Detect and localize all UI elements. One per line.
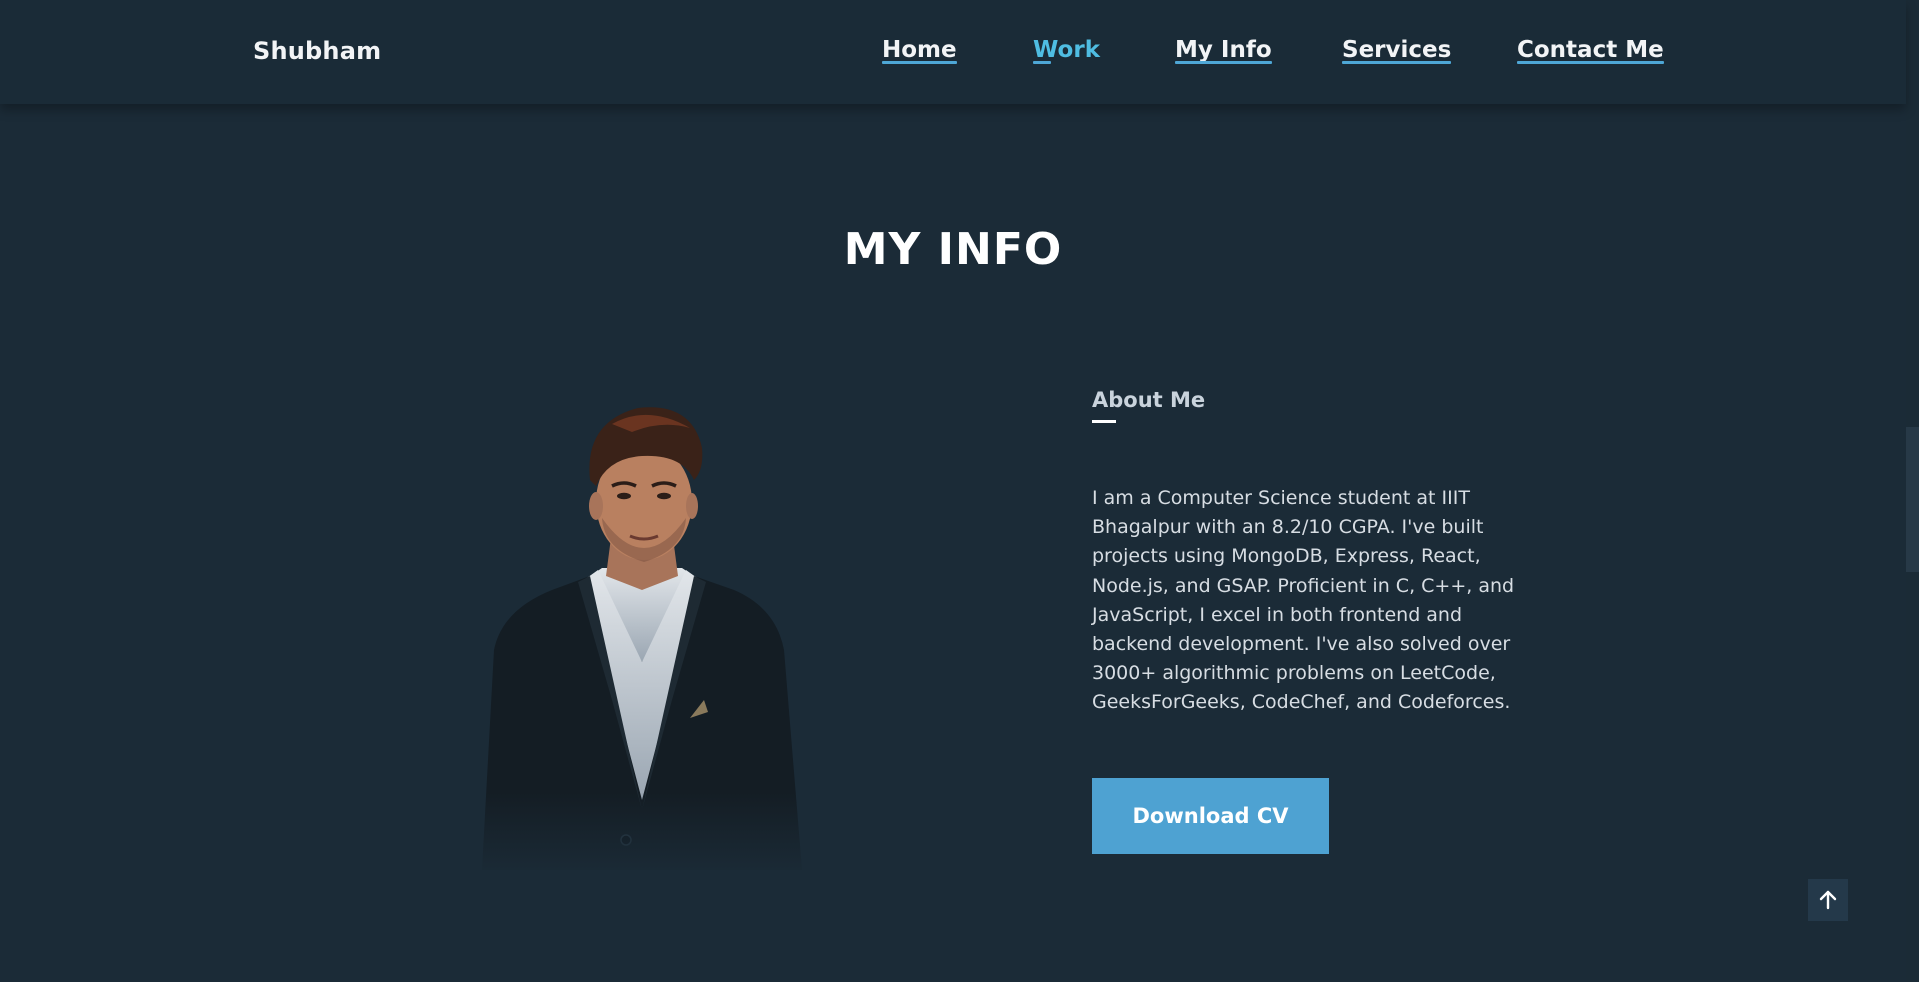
page: Shubham Home Work My Info Services Conta… xyxy=(0,0,1919,982)
about-heading: About Me xyxy=(1092,388,1206,412)
nav-work[interactable]: Work xyxy=(1033,37,1100,64)
nav-my-info-underline xyxy=(1175,61,1272,64)
page-scrollbar[interactable] xyxy=(1906,0,1919,982)
scroll-to-top-button[interactable] xyxy=(1808,879,1848,921)
profile-portrait xyxy=(472,400,812,878)
nav-home-label: Home xyxy=(882,37,957,63)
section-title: MY INFO xyxy=(843,224,1063,275)
nav-work-underline xyxy=(1033,61,1051,64)
site-header: Shubham Home Work My Info Services Conta… xyxy=(0,0,1906,104)
nav-my-info[interactable]: My Info xyxy=(1175,37,1272,64)
page-scrollbar-thumb[interactable] xyxy=(1906,427,1919,572)
nav-services-underline xyxy=(1342,61,1452,64)
nav-services-label: Services xyxy=(1342,37,1452,63)
nav-work-label: Work xyxy=(1033,37,1100,63)
nav-my-info-label: My Info xyxy=(1175,37,1272,63)
arrow-up-icon xyxy=(1819,890,1837,910)
about-text: I am a Computer Science student at IIIT … xyxy=(1092,487,1515,714)
download-cv-button[interactable]: Download CV xyxy=(1092,778,1329,854)
nav-services[interactable]: Services xyxy=(1342,37,1452,64)
nav-contact-me[interactable]: Contact Me xyxy=(1517,37,1664,64)
nav-home-underline xyxy=(882,61,957,64)
brand-logo[interactable]: Shubham xyxy=(253,37,381,65)
nav-home[interactable]: Home xyxy=(882,37,957,64)
about-heading-underline xyxy=(1092,420,1116,423)
nav-contact-me-underline xyxy=(1517,61,1664,64)
nav-contact-me-label: Contact Me xyxy=(1517,37,1664,63)
